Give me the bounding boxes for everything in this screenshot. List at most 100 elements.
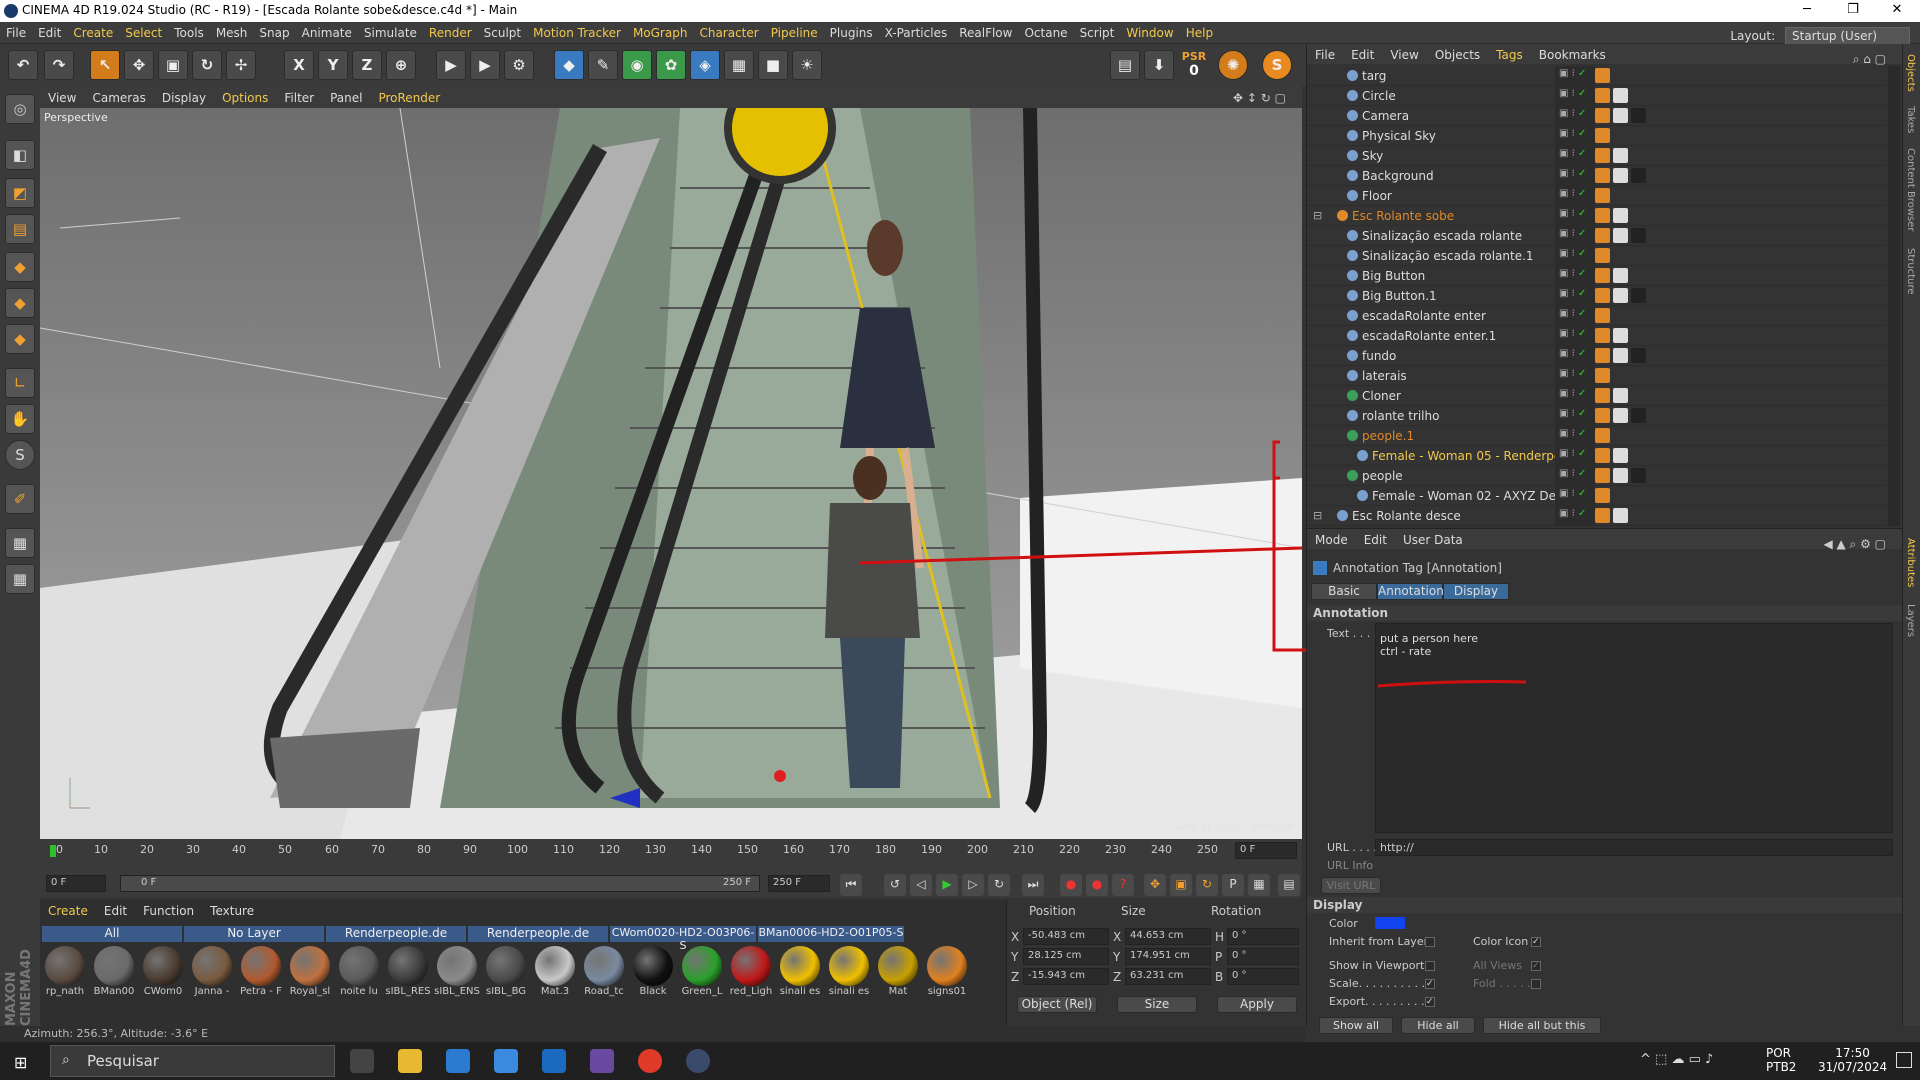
all-views-checkbox[interactable]: ✓ (1531, 961, 1541, 971)
clock[interactable]: 17:50 31/07/2024 (1818, 1046, 1887, 1074)
tag-icon[interactable] (1595, 108, 1610, 123)
record-keys-icon[interactable]: ● (1060, 874, 1082, 896)
selection-tool-icon[interactable]: ↖ (90, 50, 120, 80)
object-name[interactable]: Camera (1362, 109, 1409, 123)
material-thumbnail[interactable]: sIBL_RES (385, 944, 431, 1004)
material-thumbnail[interactable]: Green_L (679, 944, 725, 1004)
material-thumbnail[interactable]: CWom0 (140, 944, 186, 1004)
visibility-toggles[interactable]: ▣ ⁝ ✓ (1555, 206, 1595, 226)
om-menu-edit[interactable]: Edit (1343, 44, 1382, 62)
visibility-toggles[interactable]: ▣ ⁝ ✓ (1555, 306, 1595, 326)
om-search-icon[interactable]: ⌕ ⌂ ▢ (1845, 48, 1894, 67)
viewport-nav-icons[interactable]: ✥ ↕ ↻ ▢ (1225, 86, 1294, 105)
tag-icon[interactable] (1595, 268, 1610, 283)
object-list-scrollbar[interactable] (1888, 66, 1900, 526)
om-menu-bookmarks[interactable]: Bookmarks (1531, 44, 1614, 62)
visibility-toggles[interactable]: ▣ ⁝ ✓ (1555, 346, 1595, 366)
workplane-grid-icon[interactable]: ▦ (5, 564, 35, 594)
object-tags[interactable] (1595, 308, 1613, 323)
tag-icon[interactable] (1613, 168, 1628, 183)
menu-mograph[interactable]: MoGraph (627, 22, 694, 40)
object-name[interactable]: Floor (1362, 189, 1392, 203)
viewport-menu-view[interactable]: View (40, 86, 84, 105)
make-editable-icon[interactable]: ◎ (5, 94, 35, 124)
end-frame-field[interactable]: 250 F (768, 875, 830, 892)
object-name[interactable]: Esc Rolante desce (1352, 509, 1461, 523)
s-plugin-icon[interactable]: S (1262, 50, 1292, 80)
object-row[interactable]: escadaRolante enter.1 ▣ ⁝ ✓ (1307, 326, 1885, 346)
visibility-toggles[interactable]: ▣ ⁝ ✓ (1555, 486, 1595, 506)
am-menu-edit[interactable]: Edit (1356, 529, 1395, 547)
menu-motion-tracker[interactable]: Motion Tracker (527, 22, 627, 40)
menu-realflow[interactable]: RealFlow (953, 22, 1018, 40)
object-tags[interactable] (1595, 288, 1649, 303)
material-menu-texture[interactable]: Texture (202, 900, 262, 922)
menu-select[interactable]: Select (119, 22, 168, 40)
store-icon[interactable] (446, 1049, 470, 1073)
object-tags[interactable] (1595, 68, 1613, 83)
menu-help[interactable]: Help (1180, 22, 1219, 40)
tag-icon[interactable] (1613, 348, 1628, 363)
object-tags[interactable] (1595, 408, 1649, 423)
menu-snap[interactable]: Snap (253, 22, 295, 40)
object-name[interactable]: fundo (1362, 349, 1396, 363)
object-tags[interactable] (1595, 248, 1613, 263)
visibility-toggles[interactable]: ▣ ⁝ ✓ (1555, 446, 1595, 466)
texture-mode-icon[interactable]: ◩ (5, 178, 35, 208)
object-tags[interactable] (1595, 388, 1631, 403)
object-row[interactable]: Physical Sky ▣ ⁝ ✓ (1307, 126, 1885, 146)
tag-icon[interactable] (1595, 188, 1610, 203)
object-row[interactable]: ⊟ Esc Rolante sobe ▣ ⁝ ✓ (1307, 206, 1885, 226)
object-tags[interactable] (1595, 368, 1613, 383)
tag-icon[interactable] (1613, 88, 1628, 103)
tag-icon[interactable] (1595, 368, 1610, 383)
om-menu-view[interactable]: View (1382, 44, 1426, 62)
object-row[interactable]: fundo ▣ ⁝ ✓ (1307, 346, 1885, 366)
redo-icon[interactable]: ↷ (44, 50, 74, 80)
side-tab-layers[interactable]: Layers (1905, 604, 1916, 637)
tag-icon[interactable] (1613, 408, 1628, 423)
outlook-icon[interactable] (542, 1049, 566, 1073)
menu-mesh[interactable]: Mesh (210, 22, 254, 40)
task-view-icon[interactable] (350, 1049, 374, 1073)
tag-icon[interactable] (1613, 448, 1628, 463)
visit-url-button[interactable]: Visit URL (1321, 877, 1381, 894)
menu-script[interactable]: Script (1074, 22, 1121, 40)
tag-icon[interactable] (1613, 108, 1628, 123)
side-tab-structure[interactable]: Structure (1905, 248, 1916, 295)
rotate-tool-icon[interactable]: ↻ (192, 50, 222, 80)
object-row[interactable]: Big Button ▣ ⁝ ✓ (1307, 266, 1885, 286)
visibility-toggles[interactable]: ▣ ⁝ ✓ (1555, 86, 1595, 106)
transform-tool-icon[interactable]: ✢ (226, 50, 256, 80)
cloner-icon[interactable]: ✿ (656, 50, 686, 80)
key-param-icon[interactable]: P (1222, 874, 1244, 896)
material-menu-edit[interactable]: Edit (96, 900, 135, 922)
tag-icon[interactable] (1613, 288, 1628, 303)
previous-key-icon[interactable]: ↺ (884, 874, 906, 896)
key-rotation-icon[interactable]: ↻ (1196, 874, 1218, 896)
material-thumbnail[interactable]: Black (630, 944, 676, 1004)
position-z-field[interactable]: -15.943 cm (1023, 968, 1109, 985)
side-tab-objects[interactable]: Objects (1905, 54, 1916, 92)
object-row[interactable]: Sinalização escada rolante ▣ ⁝ ✓ (1307, 226, 1885, 246)
am-menu-mode[interactable]: Mode (1307, 529, 1356, 547)
tag-icon[interactable] (1613, 508, 1628, 523)
om-menu-file[interactable]: File (1307, 44, 1343, 62)
snap-icon[interactable]: S (5, 440, 35, 470)
material-thumbnail[interactable]: Mat.3 (532, 944, 578, 1004)
size-y-field[interactable]: 174.951 cm (1125, 948, 1211, 965)
tag-icon[interactable] (1595, 68, 1610, 83)
object-row[interactable]: Cloner ▣ ⁝ ✓ (1307, 386, 1885, 406)
z-axis-lock-button[interactable]: Z (352, 50, 382, 80)
tag-icon[interactable] (1595, 288, 1610, 303)
material-thumbnail[interactable]: Janna - (189, 944, 235, 1004)
bake-icon[interactable]: ⬇ (1144, 50, 1174, 80)
current-frame-field[interactable]: 0 F (1235, 842, 1297, 859)
material-tab-bman[interactable]: BMan0006-HD2-O01P05-S (758, 926, 904, 942)
keyframe-selection-icon[interactable]: ? (1112, 874, 1134, 896)
deformer-icon[interactable]: ◈ (690, 50, 720, 80)
object-tags[interactable] (1595, 108, 1649, 123)
object-tags[interactable] (1595, 168, 1649, 183)
windows-start-icon[interactable]: ⊞ (14, 1053, 27, 1072)
object-name[interactable]: escadaRolante enter.1 (1362, 329, 1496, 343)
